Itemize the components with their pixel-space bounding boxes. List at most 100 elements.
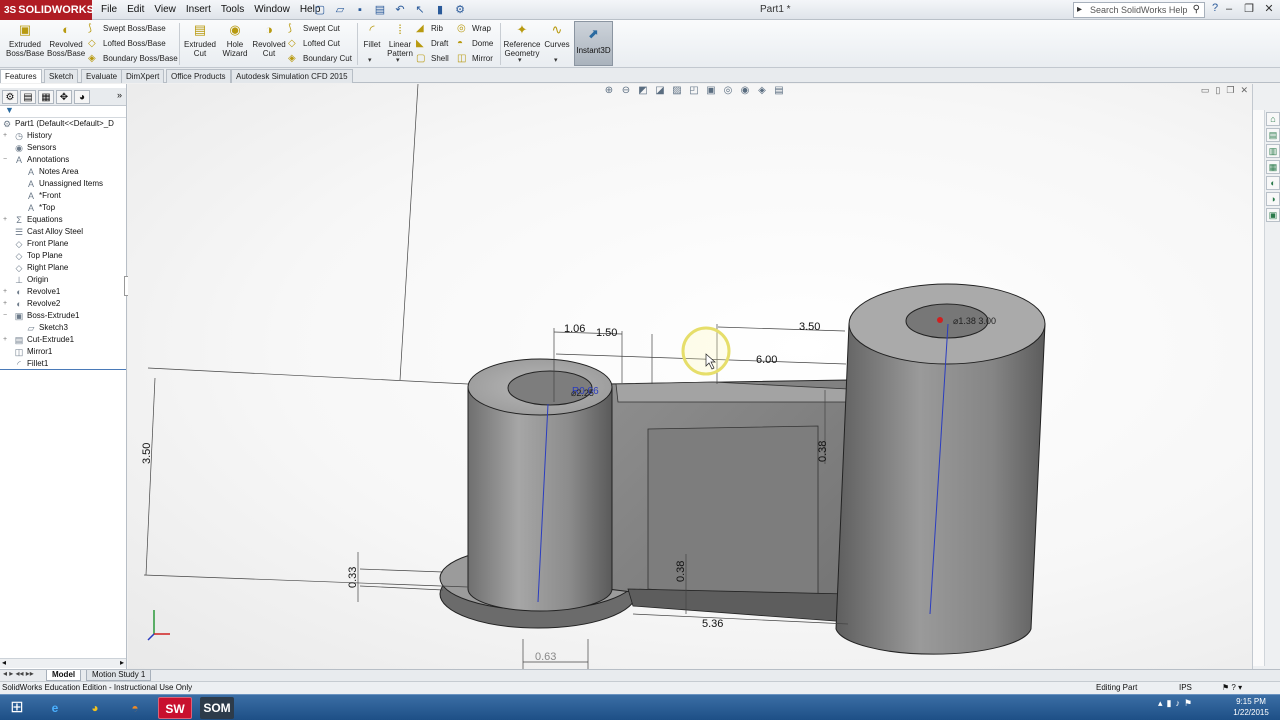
dimension-5-36[interactable]: 5.36 xyxy=(702,618,723,630)
tree-item[interactable]: ⊥ Origin xyxy=(0,274,126,286)
bottom-tab-model[interactable]: Model xyxy=(46,670,82,681)
custom-properties-icon[interactable]: ◑ xyxy=(1266,192,1280,206)
unit-system[interactable]: IPS xyxy=(1179,682,1192,694)
dimension-0-38-right[interactable]: 0.38 xyxy=(817,441,829,462)
tree-item[interactable]: − A Annotations xyxy=(0,154,126,166)
restore-icon[interactable]: ❐ xyxy=(1242,1,1256,17)
dimension-0-33[interactable]: 0.33 xyxy=(347,567,359,588)
dimension-1-50[interactable]: 1.50 xyxy=(596,327,617,339)
tree-expand-icon[interactable]: + xyxy=(3,130,7,142)
display-manager-tab-icon[interactable]: ◕ xyxy=(74,90,90,104)
tree-expand-icon[interactable]: + xyxy=(3,214,7,226)
boundary-boss-button[interactable]: ◈ Boundary Boss/Base xyxy=(88,53,178,65)
revolved-cut-button[interactable]: ◑ Revolved Cut xyxy=(252,22,286,58)
tree-expand-icon[interactable]: + xyxy=(3,334,7,346)
tree-item[interactable]: A *Top xyxy=(0,202,126,214)
select-icon[interactable]: ↖ xyxy=(412,2,428,18)
search-input[interactable]: ▸ Search SolidWorks Help ⚲ xyxy=(1073,2,1205,18)
new-document-icon[interactable]: ▢ xyxy=(312,2,328,18)
draft-button[interactable]: ◣ Draft xyxy=(416,38,448,50)
dimension-right-diameter[interactable]: ⌀1.38 3.00 xyxy=(953,316,996,326)
bottom-tab-motion-study-1[interactable]: Motion Study 1 xyxy=(86,670,152,681)
reference-dropdown-icon[interactable]: ▾ xyxy=(518,56,522,64)
taskbar-clock[interactable]: 9:15 PM 1/22/2015 xyxy=(1228,696,1274,718)
tree-item[interactable]: A Notes Area xyxy=(0,166,126,178)
fillet-dropdown-icon[interactable]: ▾ xyxy=(368,56,372,64)
fillet-button[interactable]: ◜ Fillet xyxy=(360,22,384,49)
tab-sketch[interactable]: Sketch xyxy=(44,69,79,83)
tree-filter[interactable]: ▼ xyxy=(0,105,126,118)
flag-icon[interactable]: ⚑ xyxy=(1184,698,1192,709)
configuration-manager-tab-icon[interactable]: ▦ xyxy=(38,90,54,104)
close-icon[interactable]: ✕ xyxy=(1262,1,1276,17)
scroll-right-icon[interactable]: ▸ xyxy=(120,658,124,667)
revolved-boss-button[interactable]: ◐ Revolved Boss/Base xyxy=(47,22,85,58)
rib-button[interactable]: ◢ Rib xyxy=(416,23,443,35)
part-model-scene[interactable]: 1.06 1.50 3.50 6.00 3.50 0.33 0.38 0.38 … xyxy=(128,84,1252,669)
menu-window[interactable]: Window xyxy=(249,0,295,20)
status-icons[interactable]: ⚑ ? ▾ xyxy=(1222,682,1242,694)
instant3d-button[interactable]: ⬈ Instant3D xyxy=(574,21,613,66)
tree-item[interactable]: + ◷ History xyxy=(0,130,126,142)
panel-horizontal-scrollbar[interactable]: ◂ ▸ xyxy=(0,658,126,668)
help-icon[interactable]: ? xyxy=(1212,2,1218,14)
feature-manager-tab-icon[interactable]: ⚙ xyxy=(2,90,18,104)
dimension-left-diameter[interactable]: ⌀2.25 xyxy=(571,388,594,398)
graphics-area[interactable]: ⊕ ⊖ ◩ ◪ ▨ ◰ ▣ ◎ ◉ ◈ ▤ ▭ ▯ ❐ ✕ 1.06 1.50 … xyxy=(128,84,1252,669)
shell-button[interactable]: ▢ Shell xyxy=(416,53,449,65)
taskbar-app-ie-icon[interactable]: e xyxy=(38,697,72,719)
search-icon[interactable]: ⚲ xyxy=(1193,3,1200,17)
tree-item[interactable]: A *Front xyxy=(0,190,126,202)
extruded-cut-button[interactable]: ▤ Extruded Cut xyxy=(183,22,217,58)
tab-autodesk-simulation-cfd-2015[interactable]: Autodesk Simulation CFD 2015 xyxy=(231,69,353,83)
tree-item[interactable]: ◇ Top Plane xyxy=(0,250,126,262)
file-explorer-icon[interactable]: ▥ xyxy=(1266,144,1280,158)
print-icon[interactable]: ▤ xyxy=(372,2,388,18)
dome-button[interactable]: ◓ Dome xyxy=(457,38,493,50)
dimension-0-38-bottom[interactable]: 0.38 xyxy=(675,561,687,582)
windows-start-icon[interactable]: ⊞ xyxy=(4,697,30,719)
dimension-0-63[interactable]: 0.63 xyxy=(535,651,556,663)
tree-item[interactable]: + Σ Equations xyxy=(0,214,126,226)
taskbar-app-chrome-icon[interactable]: ◕ xyxy=(78,697,112,719)
lofted-cut-button[interactable]: ◇ Lofted Cut xyxy=(288,38,340,50)
pattern-dropdown-icon[interactable]: ▾ xyxy=(396,56,400,64)
tree-expand-icon[interactable]: + xyxy=(3,286,7,298)
dimension-1-06[interactable]: 1.06 xyxy=(564,323,585,335)
volume-icon[interactable]: ♪ xyxy=(1175,698,1180,709)
tab-features[interactable]: Features xyxy=(0,69,42,83)
tree-item[interactable]: ▱ Sketch3 xyxy=(0,322,126,334)
linear-pattern-button[interactable]: ⁞ Linear Pattern xyxy=(384,22,416,58)
tree-item[interactable]: ◉ Sensors xyxy=(0,142,126,154)
network-icon[interactable]: ▮ xyxy=(1167,698,1172,709)
dimension-6-00[interactable]: 6.00 xyxy=(756,354,777,366)
tree-item[interactable]: + ◐ Revolve2 xyxy=(0,298,126,310)
tab-office-products[interactable]: Office Products xyxy=(166,69,231,83)
rebuild-icon[interactable]: ▮ xyxy=(432,2,448,18)
options-icon[interactable]: ⚙ xyxy=(452,2,468,18)
view-palette-icon[interactable]: ▦ xyxy=(1266,160,1280,174)
tree-item[interactable]: + ◐ Revolve1 xyxy=(0,286,126,298)
extruded-boss-button[interactable]: ▣ Extruded Boss/Base xyxy=(6,22,44,58)
hole-wizard-button[interactable]: ◉ Hole Wizard xyxy=(218,22,252,58)
open-document-icon[interactable]: ▱ xyxy=(332,2,348,18)
taskbar-app-som-icon[interactable]: SOM xyxy=(200,697,234,719)
scroll-left-icon[interactable]: ◂ xyxy=(2,658,6,667)
tree-item[interactable]: ☰ Cast Alloy Steel xyxy=(0,226,126,238)
task-pane-scrollbar[interactable] xyxy=(1253,110,1265,666)
dimension-3-50-top[interactable]: 3.50 xyxy=(799,321,820,333)
tree-item[interactable]: ◇ Front Plane xyxy=(0,238,126,250)
tree-item[interactable]: ⚙ Part1 (Default<<Default>_D xyxy=(0,118,126,130)
tree-item[interactable]: ◇ Right Plane xyxy=(0,262,126,274)
menu-insert[interactable]: Insert xyxy=(181,0,216,20)
lofted-boss-button[interactable]: ◇ Lofted Boss/Base xyxy=(88,38,166,50)
tree-item[interactable]: ◫ Mirror1 xyxy=(0,346,126,358)
tree-item[interactable]: − ▣ Boss-Extrude1 xyxy=(0,310,126,322)
wrap-button[interactable]: ◎ Wrap xyxy=(457,23,491,35)
dimension-3-50-left[interactable]: 3.50 xyxy=(141,443,153,464)
tab-scroll-arrows-icon[interactable]: ◂ ▸ ◂◂ ▸▸ xyxy=(3,669,34,678)
property-manager-tab-icon[interactable]: ▤ xyxy=(20,90,36,104)
taskbar-app-sw-icon[interactable]: SW xyxy=(158,697,192,719)
tree-item[interactable]: A Unassigned Items xyxy=(0,178,126,190)
dimxpert-manager-tab-icon[interactable]: ✥ xyxy=(56,90,72,104)
